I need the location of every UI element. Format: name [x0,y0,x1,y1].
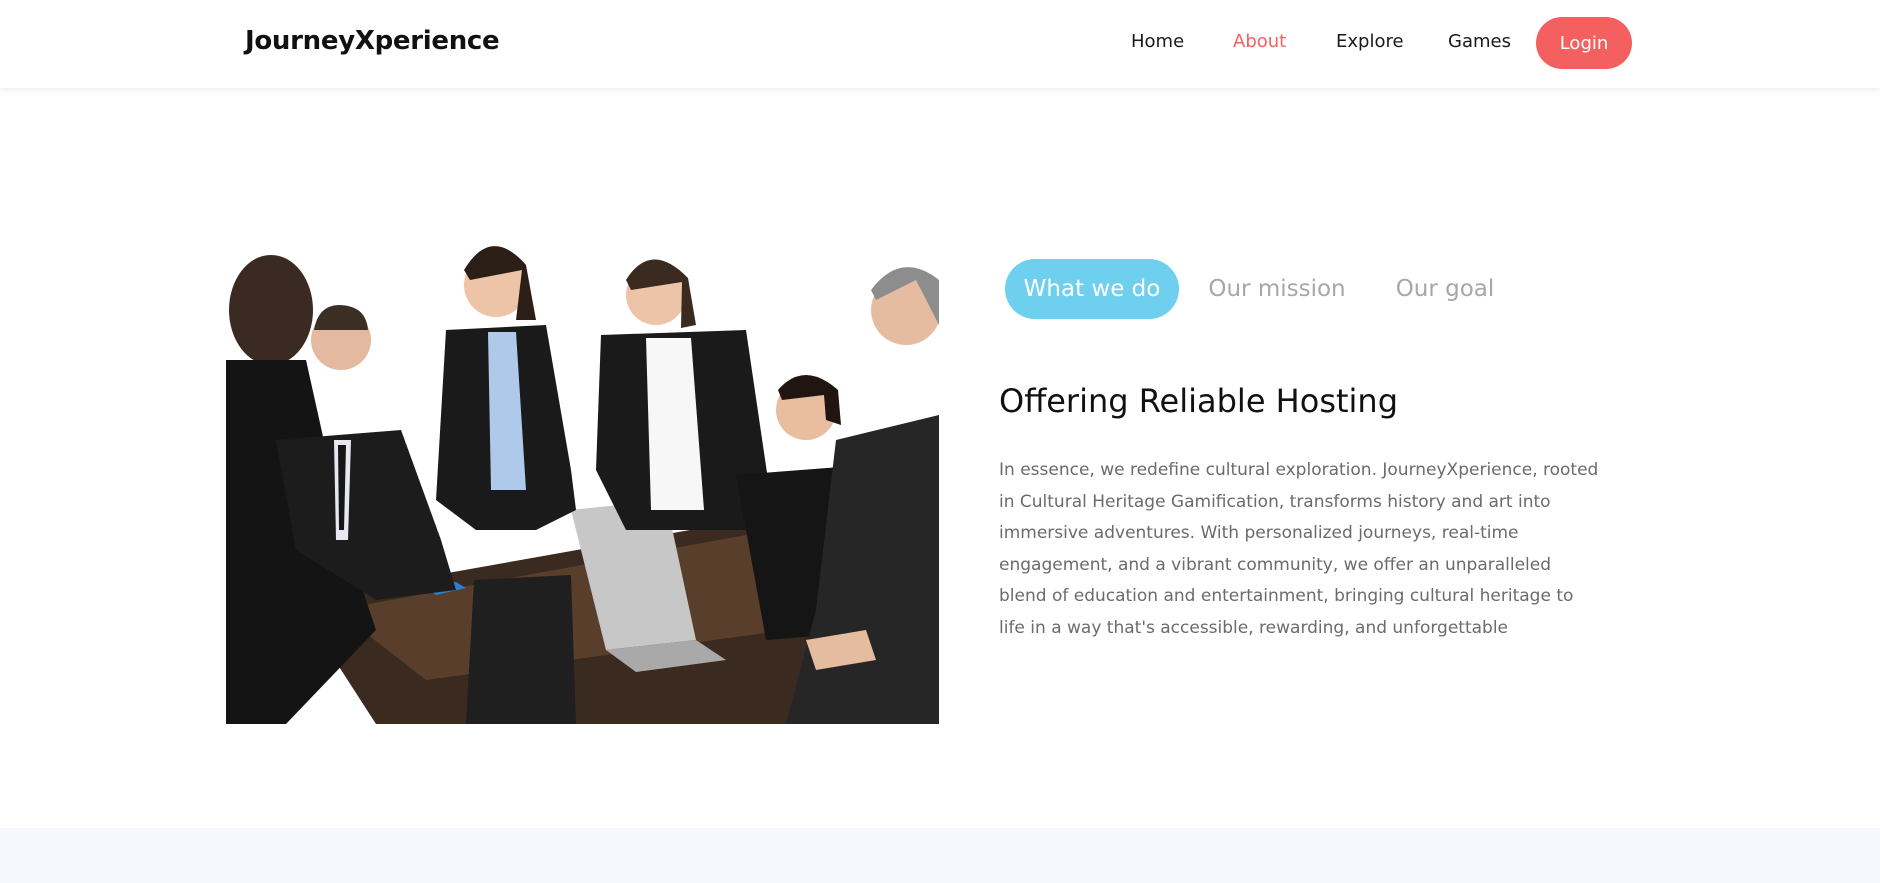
section-description: In essence, we redefine cultural explora… [999,460,1599,638]
section-title: Offering Reliable Hosting [999,382,1399,420]
site-header: JourneyXperience Home About Explore Game… [0,0,1880,88]
tab-our-mission[interactable]: Our mission [1205,259,1349,319]
login-button[interactable]: Login [1536,17,1632,69]
tab-what-we-do[interactable]: What we do [1005,259,1179,319]
nav-games-link[interactable]: Games [1448,31,1511,52]
nav-explore-link[interactable]: Explore [1336,31,1404,52]
nav-about-link[interactable]: About [1233,31,1286,52]
next-section-band [0,828,1880,883]
business-meeting-photo [226,210,939,724]
tab-our-goal[interactable]: Our goal [1389,259,1501,319]
nav-home-link[interactable]: Home [1131,31,1184,52]
main-nav: Home About Explore Games Login [0,0,1880,88]
